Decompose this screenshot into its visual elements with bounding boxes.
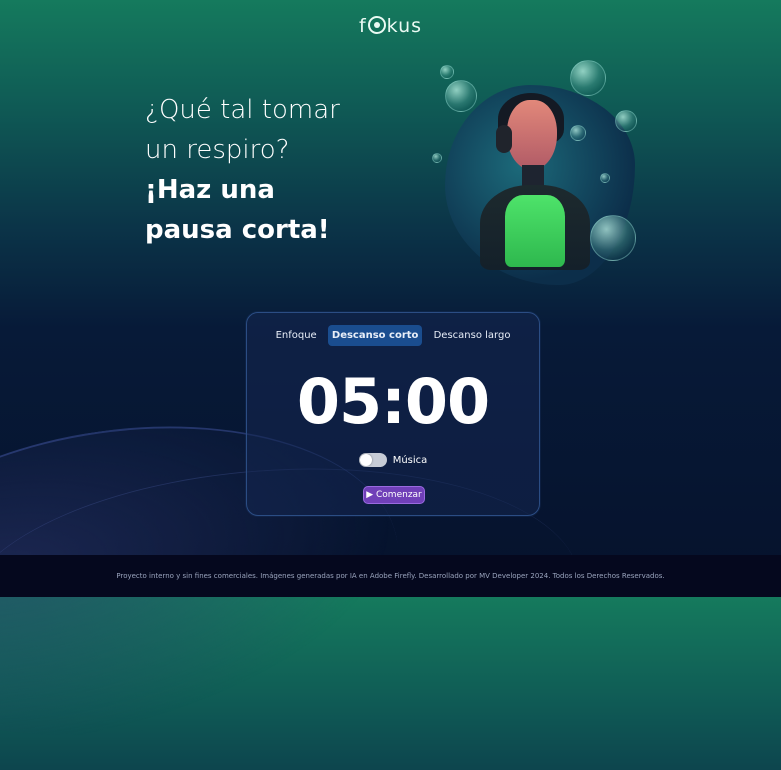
music-label: Música xyxy=(392,455,428,466)
app-logo: f kus xyxy=(0,15,781,37)
hero-line-2: un respiro? xyxy=(145,135,290,165)
music-toggle[interactable] xyxy=(358,453,387,467)
toggle-knob xyxy=(359,454,372,466)
tab-descanso-corto[interactable]: Descanso corto xyxy=(327,325,423,346)
tab-descanso-largo[interactable]: Descanso largo xyxy=(430,325,515,346)
start-button[interactable]: ▶ Comenzar xyxy=(363,486,425,504)
bubble-decoration xyxy=(432,153,442,163)
start-button-label: Comenzar xyxy=(376,490,422,500)
logo-focus-icon xyxy=(367,16,386,34)
bubble-decoration xyxy=(615,110,637,132)
bubble-decoration xyxy=(570,125,586,141)
page-footer: Proyecto interno y sin fines comerciales… xyxy=(0,555,781,597)
hero-line-1: ¿Qué tal tomar xyxy=(145,95,340,125)
hero-line-4: pausa corta! xyxy=(145,215,330,245)
tab-enfoque[interactable]: Enfoque xyxy=(272,325,321,346)
logo-text-left: f xyxy=(358,15,367,37)
hero-image xyxy=(430,55,645,285)
bubble-decoration xyxy=(445,80,477,112)
timer-display: 05:00 xyxy=(296,365,490,438)
hero-headline: ¿Qué tal tomar un respiro? ¡Haz una paus… xyxy=(145,90,405,250)
bubble-decoration xyxy=(600,173,610,183)
logo-text-right: kus xyxy=(386,15,423,37)
music-toggle-row: Música xyxy=(247,453,539,467)
bubble-decoration xyxy=(590,215,636,261)
headphones-icon xyxy=(496,125,512,153)
mode-tabs: Enfoque Descanso corto Descanso largo xyxy=(247,325,539,346)
person-suit-panel xyxy=(505,195,565,267)
bubble-decoration xyxy=(440,65,454,79)
timer-card: Enfoque Descanso corto Descanso largo 05… xyxy=(246,312,540,516)
person-face xyxy=(507,100,557,170)
footer-text: Proyecto interno y sin fines comerciales… xyxy=(116,572,665,580)
play-icon: ▶ xyxy=(366,490,374,500)
bubble-decoration xyxy=(570,60,606,96)
hero-line-3: ¡Haz una xyxy=(145,175,275,205)
